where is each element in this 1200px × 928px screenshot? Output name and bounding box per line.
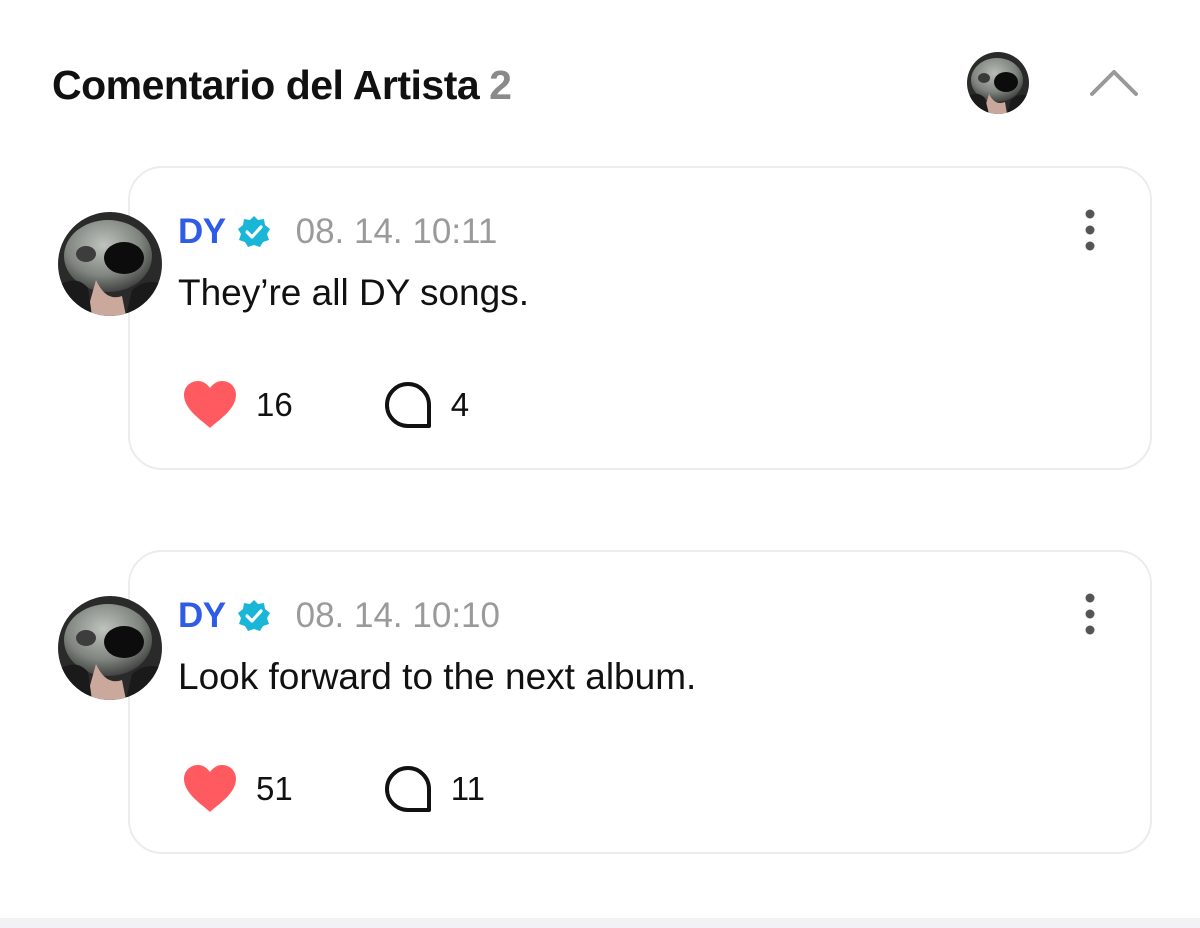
comment-text: They’re all DY songs. bbox=[178, 272, 529, 313]
author-name[interactable]: DY bbox=[178, 596, 226, 636]
section-title: Comentario del Artista 2 bbox=[52, 62, 512, 109]
speech-bubble-icon bbox=[384, 766, 431, 812]
reply-count: 4 bbox=[450, 386, 470, 423]
more-vertical-icon bbox=[1085, 209, 1095, 251]
heart-icon bbox=[184, 381, 236, 428]
like-count: 51 bbox=[256, 770, 293, 807]
author-name[interactable]: DY bbox=[178, 212, 226, 252]
comment-avatar[interactable] bbox=[58, 596, 162, 700]
artist-comments-page: Comentario del Artista 2 DY 08. 14. 10:1… bbox=[0, 0, 1200, 928]
like-button[interactable]: 16 bbox=[182, 380, 293, 430]
avatar-image bbox=[967, 52, 1029, 114]
section-divider bbox=[0, 918, 1200, 928]
collapse-button[interactable] bbox=[1088, 62, 1140, 102]
more-options-button[interactable] bbox=[1072, 592, 1108, 636]
comment-actions: 51 11 bbox=[182, 764, 485, 814]
comment-timestamp: 08. 14. 10:11 bbox=[295, 212, 498, 251]
chevron-up-icon bbox=[1090, 70, 1138, 96]
avatar-image bbox=[58, 212, 162, 316]
comment-timestamp: 08. 14. 10:10 bbox=[295, 596, 500, 635]
comment-card: DY 08. 14. 10:11 They’re all DY songs. 1… bbox=[58, 166, 1152, 470]
verified-badge-icon bbox=[236, 214, 272, 250]
comment-count: 2 bbox=[489, 62, 512, 108]
heart-icon bbox=[184, 765, 236, 812]
reply-button[interactable]: 4 bbox=[383, 380, 469, 430]
comment-meta: DY 08. 14. 10:10 bbox=[178, 594, 500, 638]
comment-text: Look forward to the next album. bbox=[178, 656, 697, 697]
comment-meta: DY 08. 14. 10:11 bbox=[178, 210, 497, 254]
more-options-button[interactable] bbox=[1072, 208, 1108, 252]
more-vertical-icon bbox=[1085, 593, 1095, 635]
artist-avatar[interactable] bbox=[967, 52, 1029, 114]
like-count: 16 bbox=[256, 386, 293, 423]
section-title-label: Comentario del Artista bbox=[52, 62, 480, 108]
reply-count: 11 bbox=[450, 770, 485, 807]
comment-card: DY 08. 14. 10:10 Look forward to the nex… bbox=[58, 550, 1152, 854]
comment-actions: 16 4 bbox=[182, 380, 469, 430]
like-button[interactable]: 51 bbox=[182, 764, 293, 814]
reply-button[interactable]: 11 bbox=[383, 764, 485, 814]
speech-bubble-icon bbox=[384, 382, 431, 428]
verified-badge-icon bbox=[236, 598, 272, 634]
artist-comments-header: Comentario del Artista 2 bbox=[52, 52, 1152, 118]
avatar-image bbox=[58, 596, 162, 700]
comment-avatar[interactable] bbox=[58, 212, 162, 316]
